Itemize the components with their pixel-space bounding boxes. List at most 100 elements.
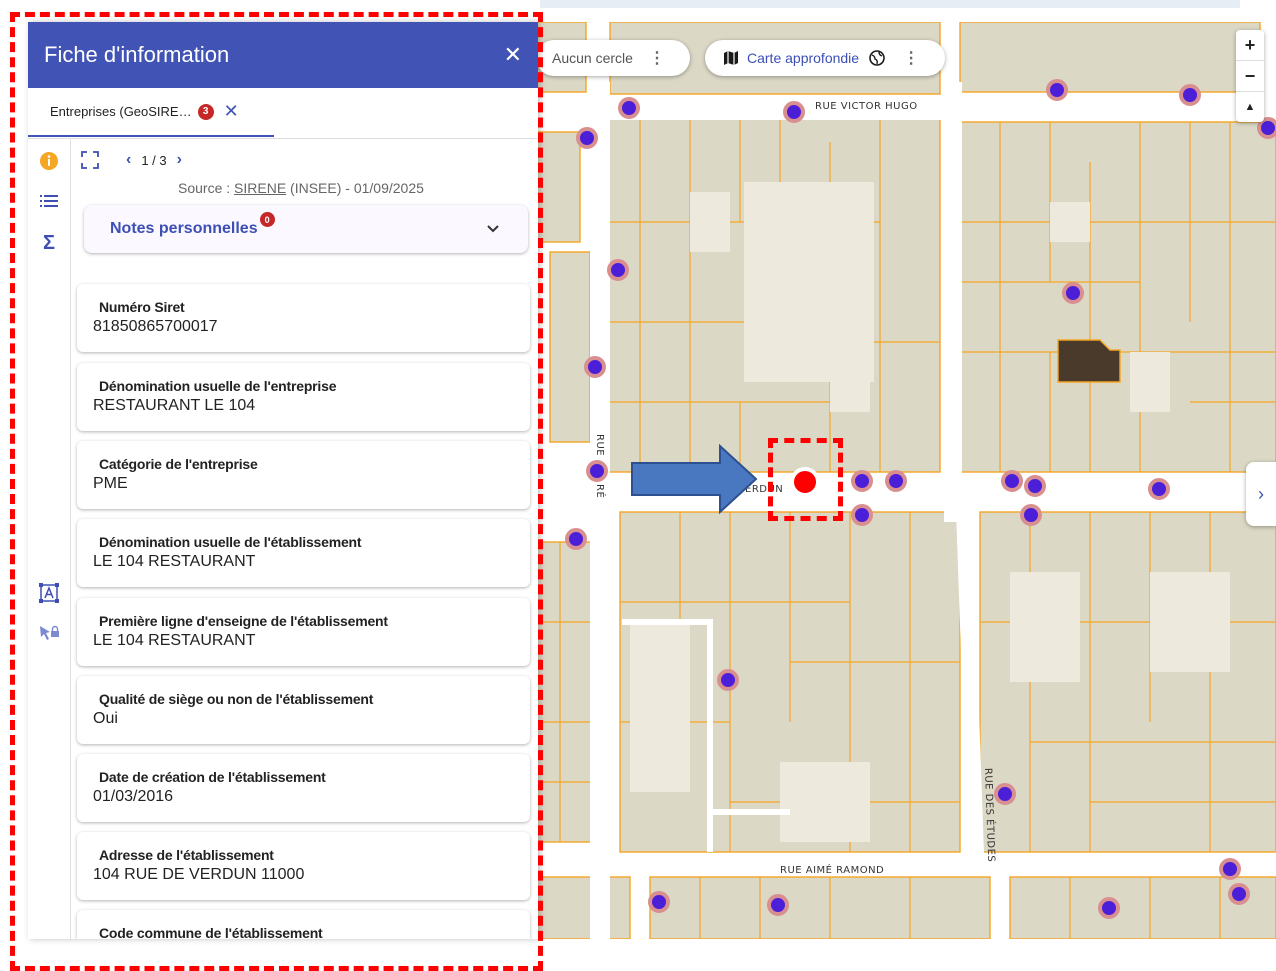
street-label-verdun: ERDUN — [745, 484, 783, 495]
poi-marker[interactable] — [1219, 858, 1241, 880]
sigma-icon[interactable]: Σ — [38, 232, 60, 254]
top-strip — [540, 0, 1240, 8]
street-label-left-rue: RUE — [594, 434, 605, 456]
basemap-selector[interactable]: Carte approfondie ⋮ — [705, 40, 945, 76]
poi-marker[interactable] — [1098, 897, 1120, 919]
panel-title: Fiche d'information — [44, 42, 230, 67]
poi-marker[interactable] — [565, 528, 587, 550]
tab-label: Entreprises (GeoSIRE… — [50, 104, 192, 119]
globe-icon[interactable] — [869, 50, 885, 66]
basemap-label: Carte approfondie — [747, 50, 860, 66]
chevron-down-icon[interactable] — [486, 224, 500, 234]
right-panel-toggle[interactable]: › — [1246, 462, 1276, 526]
field-label: Dénomination usuelle de l'établissement — [99, 534, 362, 550]
field-card: Dénomination usuelle de l'établissement L… — [77, 519, 530, 587]
notes-label-text: Notes personnelles — [110, 220, 258, 237]
field-card: Qualité de siège ou non de l'établisseme… — [77, 676, 530, 744]
field-card: Numéro Siret 81850865700017 — [77, 284, 530, 352]
poi-marker[interactable] — [783, 101, 805, 123]
field-value: 104 RUE DE VERDUN 11000 — [93, 866, 305, 883]
field-label: Adresse de l'établissement — [99, 847, 274, 863]
text-frame-icon[interactable] — [38, 582, 60, 604]
source-link[interactable]: SIRENE — [234, 180, 286, 196]
tab-entreprises[interactable]: Entreprises (GeoSIRE… 3 ✕ — [28, 88, 274, 137]
field-label: Numéro Siret — [99, 299, 185, 315]
field-value: PME — [93, 475, 128, 492]
panel-tabbar: Entreprises (GeoSIRE… 3 ✕ — [28, 88, 538, 139]
info-icon[interactable] — [38, 150, 60, 172]
poi-marker[interactable] — [851, 470, 873, 492]
field-label: Qualité de siège ou non de l'établisseme… — [99, 691, 374, 707]
circle-menu-icon[interactable]: ⋮ — [649, 48, 665, 68]
zoom-control: + − ▲ — [1236, 30, 1264, 122]
poi-marker[interactable] — [607, 259, 629, 281]
circle-selector-label: Aucun cercle — [552, 50, 633, 66]
map-view[interactable]: RUE VICTOR HUGO ERDUN RUE RÉ RUE DES ÉTU… — [530, 22, 1276, 939]
poi-marker[interactable] — [1001, 470, 1023, 492]
panel-rail: Σ — [28, 138, 71, 939]
notes-count-badge: 0 — [259, 212, 275, 227]
personal-notes-expander[interactable]: Notes personnelles 0 — [84, 205, 528, 253]
poi-marker[interactable] — [584, 356, 606, 378]
poi-marker[interactable] — [717, 669, 739, 691]
poi-marker[interactable] — [1148, 478, 1170, 500]
panel-close-button[interactable]: ✕ — [504, 42, 522, 68]
street-label-victor-hugo: RUE VICTOR HUGO — [815, 101, 918, 112]
poi-marker[interactable] — [994, 783, 1016, 805]
field-label: Première ligne d'enseigne de l'établisse… — [99, 613, 388, 629]
field-card: Dénomination usuelle de l'entreprise REST… — [77, 363, 530, 431]
poi-marker[interactable] — [648, 891, 670, 913]
poi-marker[interactable] — [1062, 282, 1084, 304]
zoom-in-button[interactable]: + — [1236, 30, 1264, 61]
street-label-aime-ramond: RUE AIMÉ RAMOND — [780, 863, 884, 876]
tab-count-badge: 3 — [197, 103, 214, 120]
poi-marker[interactable] — [1179, 84, 1201, 106]
poi-marker[interactable] — [1046, 79, 1068, 101]
notes-label: Notes personnelles 0 — [110, 212, 275, 238]
field-value: 01/03/2016 — [93, 788, 174, 805]
source-prefix: Source : — [178, 180, 235, 196]
poi-marker[interactable] — [1228, 883, 1250, 905]
cursor-lock-icon[interactable] — [38, 624, 60, 646]
map-icon — [724, 51, 738, 65]
field-card: Adresse de l'établissement 104 RUE DE VER… — [77, 832, 530, 900]
source-suffix: (INSEE) - 01/09/2025 — [286, 180, 424, 196]
field-label: Dénomination usuelle de l'entreprise — [99, 378, 337, 394]
poi-marker[interactable] — [618, 97, 640, 119]
selected-location-marker[interactable] — [790, 467, 820, 497]
field-label: Catégorie de l'entreprise — [99, 456, 258, 472]
field-value: RESTAURANT LE 104 — [93, 397, 256, 414]
next-record-button[interactable]: › — [177, 151, 182, 169]
field-label: Code commune de l'établissement — [99, 925, 323, 939]
basemap-menu-icon[interactable]: ⋮ — [903, 48, 919, 68]
panel-header: Fiche d'information ✕ — [28, 22, 538, 88]
tab-close-icon[interactable]: ✕ — [224, 101, 239, 122]
list-icon[interactable] — [38, 190, 60, 212]
field-value: Oui — [93, 710, 118, 727]
map-canvas[interactable]: RUE VICTOR HUGO ERDUN RUE RÉ RUE DES ÉTU… — [530, 22, 1276, 939]
field-card: Code commune de l'établissement11069 — [77, 910, 530, 939]
poi-marker[interactable] — [576, 127, 598, 149]
source-line: Source : SIRENE (INSEE) - 01/09/2025 — [178, 180, 424, 196]
field-value: LE 104 RESTAURANT — [93, 553, 256, 570]
field-value: 81850865700017 — [93, 318, 218, 335]
field-card: Catégorie de l'entreprise PME — [77, 441, 530, 509]
zoom-out-button[interactable]: − — [1236, 61, 1264, 92]
info-panel: Fiche d'information ✕ Entreprises (GeoSI… — [28, 22, 538, 939]
circle-selector[interactable]: Aucun cercle ⋮ — [536, 40, 690, 76]
panel-content: ‹ 1 / 3 › Source : SIRENE (INSEE) - 01/0… — [70, 138, 538, 939]
prev-record-button[interactable]: ‹ — [126, 151, 131, 169]
poi-marker[interactable] — [885, 470, 907, 492]
north-arrow-button[interactable]: ▲ — [1236, 92, 1264, 122]
field-card: Date de création de l'établissement 01/03… — [77, 754, 530, 822]
street-label-left-re: RÉ — [594, 484, 607, 498]
field-card: Première ligne d'enseigne de l'établisse… — [77, 598, 530, 666]
poi-marker[interactable] — [1024, 475, 1046, 497]
poi-marker[interactable] — [767, 894, 789, 916]
poi-marker[interactable] — [1020, 504, 1042, 526]
fullscreen-icon[interactable] — [80, 150, 100, 170]
poi-marker[interactable] — [851, 504, 873, 526]
poi-marker[interactable] — [586, 460, 608, 482]
record-navigation: ‹ 1 / 3 › — [80, 150, 192, 170]
field-value: LE 104 RESTAURANT — [93, 632, 256, 649]
